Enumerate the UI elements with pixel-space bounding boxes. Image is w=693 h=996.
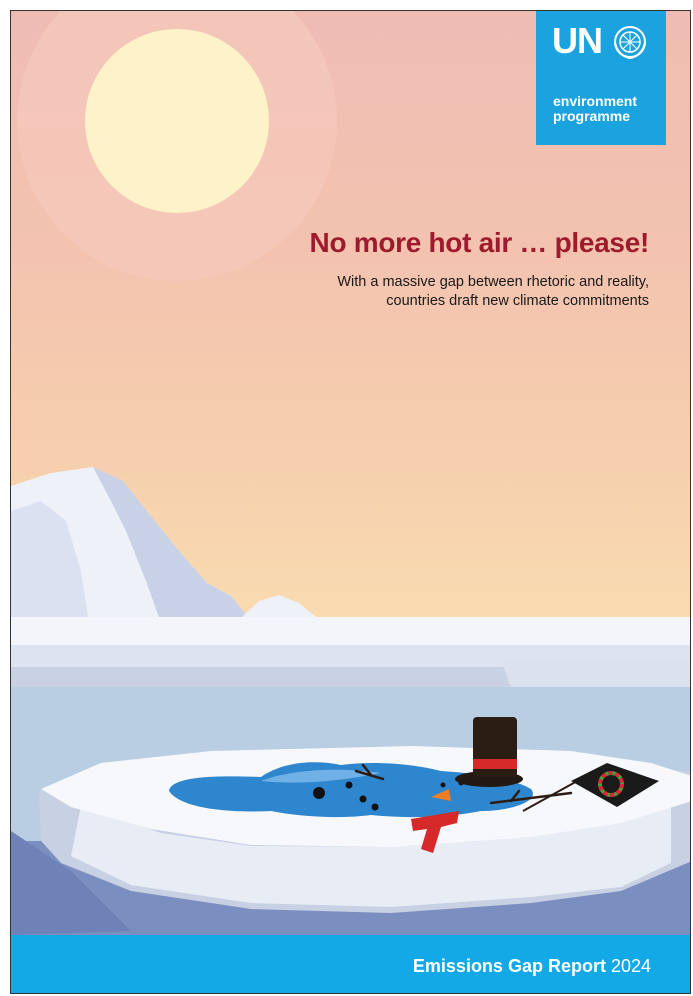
- logo-line-environment: environment: [553, 93, 638, 109]
- coal-eye: [440, 782, 446, 788]
- cover-footer-band: Emissions Gap Report 2024: [11, 935, 690, 993]
- footer-report-label: Emissions Gap Report 2024: [413, 956, 651, 977]
- report-subtitle: With a massive gap between rhetoric and …: [229, 273, 649, 311]
- subtitle-line-2: countries draft new climate commitments: [386, 293, 649, 309]
- cover-illustration: [11, 11, 690, 937]
- subtitle-line-1: With a massive gap between rhetoric and …: [337, 274, 649, 290]
- sun-icon: [85, 29, 269, 213]
- coal-button: [359, 795, 367, 803]
- top-hat-band: [473, 759, 517, 769]
- report-title: No more hot air … please!: [309, 227, 650, 258]
- coal-button: [345, 781, 353, 789]
- coal-button: [371, 803, 379, 811]
- un-emblem-icon: [614, 26, 646, 60]
- far-ice-shelf: [11, 617, 690, 645]
- ice-shelf-step: [501, 661, 690, 687]
- footer-report-name: Emissions Gap Report: [412, 956, 606, 976]
- report-cover: UN environment programme No more hot air…: [10, 10, 691, 994]
- unep-logo: UN environment programme: [536, 11, 666, 145]
- footer-report-year: 2024: [610, 956, 651, 976]
- coal-button: [313, 787, 325, 799]
- logo-line-programme: programme: [553, 108, 631, 124]
- logo-un-mark: UN: [552, 20, 603, 61]
